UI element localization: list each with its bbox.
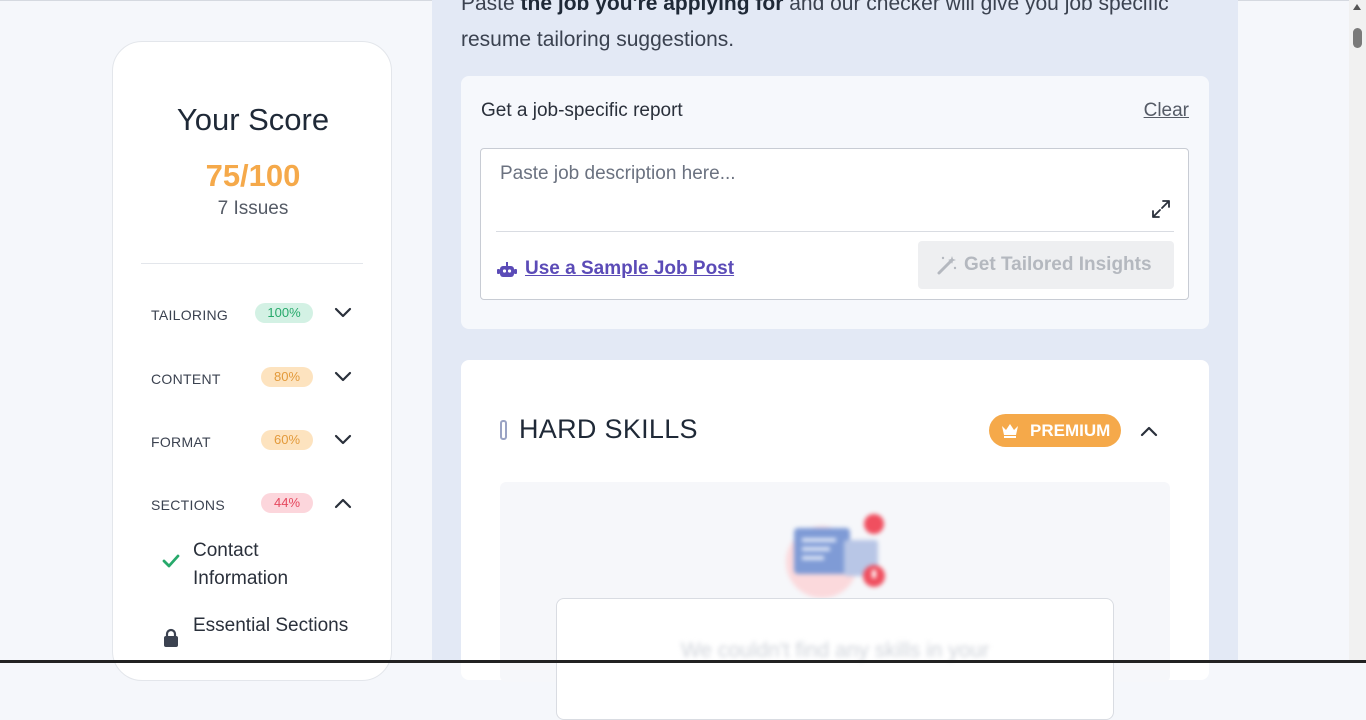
- section-item-label: Essential Sections: [193, 615, 349, 636]
- chevron-down-icon[interactable]: [333, 431, 353, 449]
- intro-pre: Paste: [461, 0, 521, 15]
- category-label: FORMAT: [151, 434, 211, 450]
- chevron-down-icon[interactable]: [333, 368, 353, 386]
- get-tailored-insights-button[interactable]: Get Tailored Insights: [918, 241, 1174, 289]
- resume-illustration-icon: [782, 510, 892, 602]
- category-tailoring[interactable]: TAILORING 100%: [151, 300, 361, 330]
- job-report-card: Get a job-specific report Clear Paste jo…: [461, 76, 1209, 329]
- category-content[interactable]: CONTENT 80%: [151, 364, 361, 394]
- category-label: CONTENT: [151, 371, 221, 387]
- lock-icon: [161, 628, 181, 648]
- score-card: Your Score 75/100 7 Issues TAILORING 100…: [112, 41, 392, 681]
- hard-skills-title: HARD SKILLS: [519, 414, 698, 444]
- percent-badge: 80%: [261, 367, 313, 387]
- page-scrollbar[interactable]: [1349, 0, 1366, 660]
- hard-skills-card: HARD SKILLS PREMIUM We couldn't find any…: [461, 360, 1209, 720]
- robot-icon: [497, 262, 517, 280]
- main-content: Paste the job you're applying for and ou…: [432, 0, 1238, 720]
- score-value: 75/100: [205, 158, 301, 193]
- chevron-down-icon[interactable]: [333, 304, 353, 322]
- job-description-box: Use a Sample Job Post Get Tailored Insig…: [480, 148, 1189, 300]
- intro-bold: the job you're applying for: [520, 0, 784, 15]
- category-label: TAILORING: [151, 307, 229, 323]
- clear-link[interactable]: Clear: [1144, 100, 1189, 122]
- check-icon: [161, 551, 181, 571]
- section-item-label: Contact Information: [193, 540, 289, 589]
- category-sections[interactable]: SECTIONS 44%: [151, 490, 361, 520]
- divider: [141, 263, 363, 264]
- crown-icon: [1001, 422, 1019, 438]
- chevron-up-icon[interactable]: [333, 494, 353, 512]
- category-label: SECTIONS: [151, 497, 225, 513]
- locked-message-box: We couldn't find any skills in your: [556, 598, 1114, 720]
- section-marker: [500, 420, 507, 440]
- premium-badge[interactable]: PREMIUM: [989, 414, 1121, 447]
- report-title: Get a job-specific report: [481, 100, 683, 121]
- sample-job-post-label: Use a Sample Job Post: [525, 258, 735, 279]
- percent-badge: 60%: [261, 430, 313, 450]
- scroll-up-arrow-icon[interactable]: [1353, 4, 1361, 10]
- chevron-up-icon[interactable]: [1139, 422, 1159, 440]
- percent-badge: 100%: [255, 303, 313, 323]
- insights-button-label: Get Tailored Insights: [964, 254, 1152, 275]
- divider: [496, 231, 1174, 232]
- expand-icon[interactable]: [1150, 198, 1172, 220]
- scroll-thumb[interactable]: [1353, 28, 1362, 48]
- percent-badge: 44%: [261, 493, 313, 513]
- category-format[interactable]: FORMAT 60%: [151, 427, 361, 457]
- issues-count: 7 Issues: [217, 198, 289, 219]
- intro-text: Paste the job you're applying for and ou…: [461, 0, 1221, 58]
- score-title: Your Score: [176, 102, 330, 137]
- job-description-input[interactable]: [500, 163, 1140, 213]
- skills-locked-panel: We couldn't find any skills in your: [500, 482, 1170, 720]
- premium-label: PREMIUM: [1030, 421, 1111, 440]
- section-item-contact[interactable]: Contact Information: [161, 537, 361, 593]
- magic-wand-icon: [936, 254, 958, 276]
